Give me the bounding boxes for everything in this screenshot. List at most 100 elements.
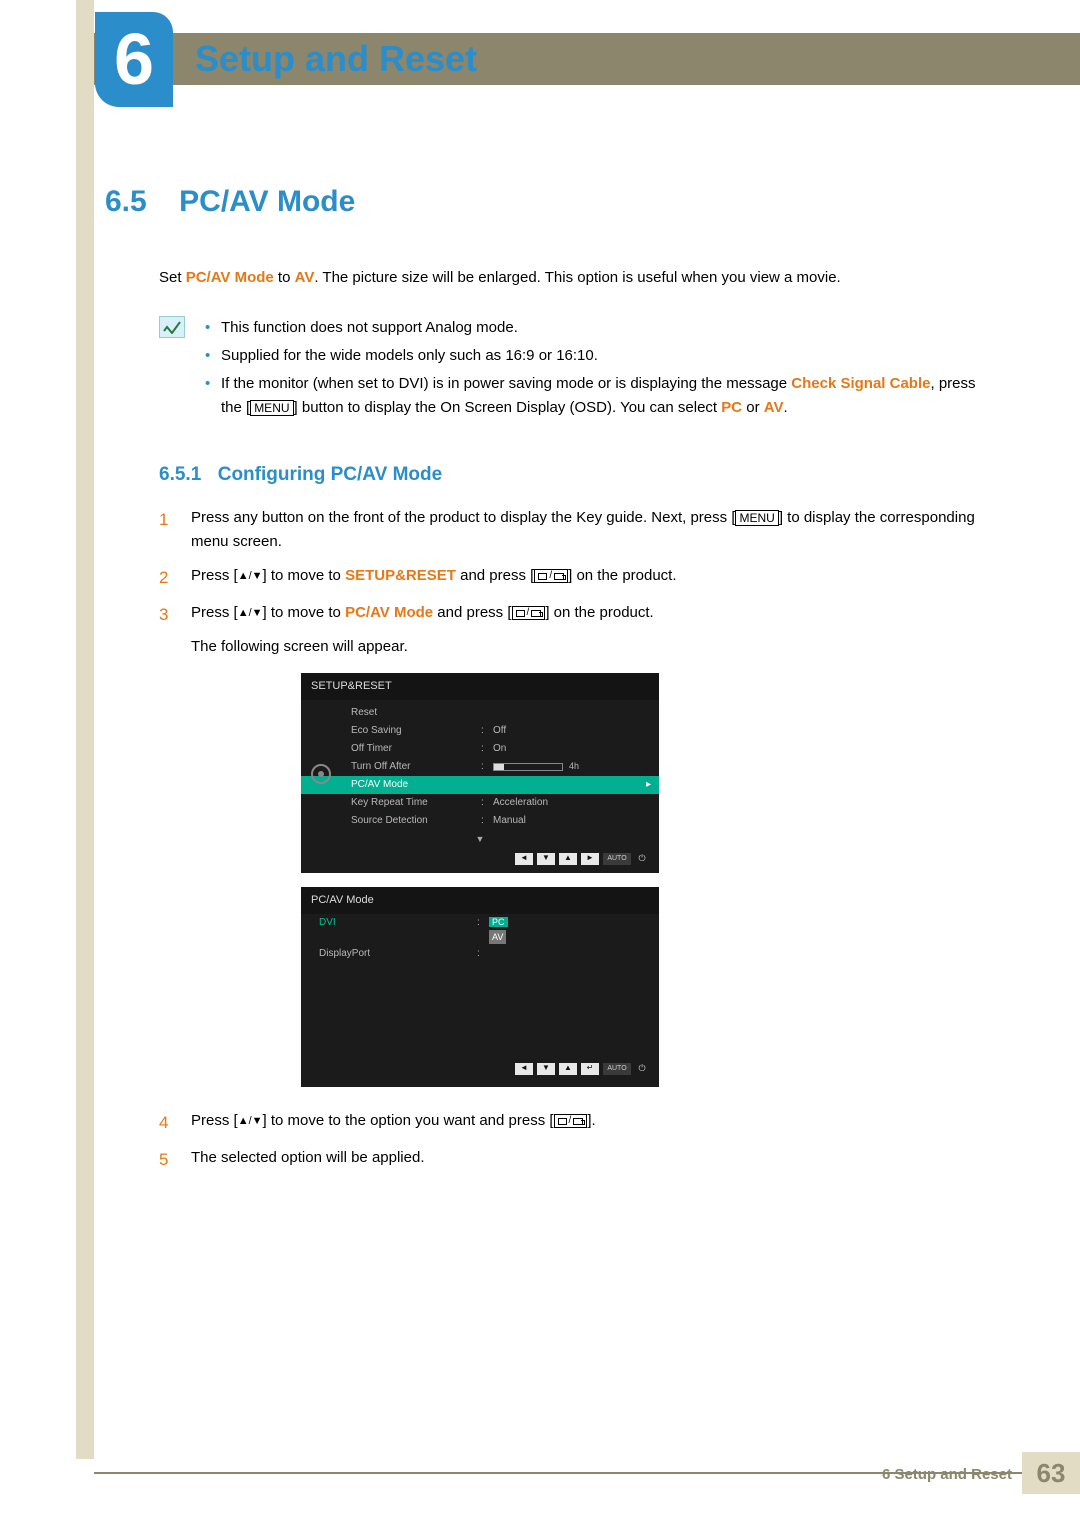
nav-up-icon: ▲ xyxy=(559,1063,577,1075)
text: . The picture size will be enlarged. Thi… xyxy=(314,269,840,286)
step-number: 4 xyxy=(159,1109,175,1136)
input-source-icon: / xyxy=(554,1114,588,1128)
osd-label: Off Timer xyxy=(351,741,481,757)
up-down-icon: ▲/▼ xyxy=(238,570,263,582)
step-number: 3 xyxy=(159,601,175,1099)
osd-row: DVI: PC xyxy=(301,914,659,931)
text: Press [ xyxy=(191,604,238,621)
osd-body: DVI: PC AV DisplayPort: xyxy=(301,914,659,962)
osd-setup-reset: SETUP&RESET Reset Eco Saving:Off Off Tim… xyxy=(301,673,659,873)
step-item: 1 Press any button on the front of the p… xyxy=(159,506,985,554)
step-item: 5 The selected option will be applied. xyxy=(159,1146,985,1173)
osd-label: Reset xyxy=(351,705,481,721)
osd-label: Source Detection xyxy=(351,813,481,829)
keyword: Check Signal Cable xyxy=(791,375,930,392)
keyword: AV xyxy=(764,399,784,416)
text: Press any button on the front of the pro… xyxy=(191,509,735,526)
text: to xyxy=(274,269,295,286)
page-number: 63 xyxy=(1037,1458,1066,1489)
osd-label: PC/AV Mode xyxy=(351,777,481,793)
osd-label: DVI xyxy=(319,915,477,931)
step-item: 3 Press [▲/▼] to move to PC/AV Mode and … xyxy=(159,601,985,1099)
keyword: PC xyxy=(721,399,742,416)
keyword: PC/AV Mode xyxy=(186,269,274,286)
step-body: Press [▲/▼] to move to PC/AV Mode and pr… xyxy=(191,601,985,1099)
text: Set xyxy=(159,269,186,286)
osd-row: Key Repeat Time:Acceleration xyxy=(301,794,659,812)
text: or xyxy=(742,399,764,416)
nav-enter-icon: ↵ xyxy=(581,1063,599,1075)
osd-value: Manual xyxy=(493,813,651,829)
subsection-number: 6.5.1 xyxy=(159,464,201,485)
osd-pcav-mode: PC/AV Mode DVI: PC AV xyxy=(301,887,659,1087)
text: ] on the product. xyxy=(545,604,653,621)
osd-row: DisplayPort: xyxy=(301,945,659,962)
input-source-icon: / xyxy=(512,606,546,620)
nav-left-icon: ◄ xyxy=(515,1063,533,1075)
menu-key: MENU xyxy=(250,400,293,416)
text: This function does not support Analog mo… xyxy=(221,319,518,336)
section-heading: 6.5 PC/AV Mode xyxy=(105,185,985,219)
nav-down-icon: ▼ xyxy=(537,1063,555,1075)
osd-nav-bar: ◄ ▼ ▲ ► AUTO ⏻ xyxy=(301,847,659,873)
step-item: 2 Press [▲/▼] to move to SETUP&RESET and… xyxy=(159,564,985,591)
keyword: PC/AV Mode xyxy=(345,604,433,621)
nav-up-icon: ▲ xyxy=(559,853,577,865)
steps-list: 1 Press any button on the front of the p… xyxy=(159,506,985,1174)
text: If the monitor (when set to DVI) is in p… xyxy=(221,375,791,392)
osd-row: Turn Off After:4h xyxy=(301,758,659,776)
intro-paragraph: Set PC/AV Mode to AV. The picture size w… xyxy=(159,267,985,290)
scroll-down-icon: ▼ xyxy=(301,830,659,846)
step-body: The selected option will be applied. xyxy=(191,1146,985,1173)
bullet-item: If the monitor (when set to DVI) is in p… xyxy=(203,372,985,420)
step-body: Press any button on the front of the pro… xyxy=(191,506,985,554)
page-content: 6.5 PC/AV Mode Set PC/AV Mode to AV. The… xyxy=(105,185,985,1183)
step-number: 2 xyxy=(159,564,175,591)
osd-title: SETUP&RESET xyxy=(301,673,659,701)
chapter-number: 6 xyxy=(114,19,154,101)
text: . xyxy=(784,399,788,416)
text: ]. xyxy=(587,1112,595,1129)
up-down-icon: ▲/▼ xyxy=(238,1115,263,1127)
text: The following screen will appear. xyxy=(191,635,985,659)
footer-text: 6 Setup and Reset xyxy=(882,1466,1012,1483)
osd-row: AV xyxy=(301,931,659,945)
page-number-box: 63 xyxy=(1022,1452,1080,1494)
section-number: 6.5 xyxy=(105,185,147,218)
input-source-icon: / xyxy=(534,569,568,583)
nav-left-icon: ◄ xyxy=(515,853,533,865)
osd-title: PC/AV Mode xyxy=(301,887,659,915)
step-body: Press [▲/▼] to move to SETUP&RESET and p… xyxy=(191,564,985,591)
note-block: This function does not support Analog mo… xyxy=(159,316,985,424)
gear-icon xyxy=(309,762,333,786)
nav-auto: AUTO xyxy=(603,1063,631,1075)
osd-label: Eco Saving xyxy=(351,723,481,739)
keyword: AV xyxy=(295,269,315,286)
slider-icon xyxy=(493,763,563,771)
chapter-title: Setup and Reset xyxy=(195,38,477,80)
osd-label: Turn Off After xyxy=(351,759,481,775)
text: and press [ xyxy=(456,567,534,584)
osd-label: DisplayPort xyxy=(319,946,477,962)
text: and press [ xyxy=(433,604,511,621)
sidebar-strip xyxy=(76,0,94,1459)
osd-body: Reset Eco Saving:Off Off Timer:On Turn O… xyxy=(301,700,659,846)
osd-nav-bar: ◄ ▼ ▲ ↵ AUTO ⏻ xyxy=(301,1057,659,1083)
up-down-icon: ▲/▼ xyxy=(238,607,263,619)
text: ] to move to xyxy=(263,604,346,621)
keyword: SETUP&RESET xyxy=(345,567,456,584)
text: ] to move to the option you want and pre… xyxy=(263,1112,554,1129)
osd-value: Off xyxy=(493,723,651,739)
step-number: 5 xyxy=(159,1146,175,1173)
text: ] button to display the On Screen Displa… xyxy=(294,399,722,416)
nav-down-icon: ▼ xyxy=(537,853,555,865)
osd-value: Acceleration xyxy=(493,795,651,811)
option-pill: AV xyxy=(489,930,506,944)
note-bullets: This function does not support Analog mo… xyxy=(203,316,985,424)
osd-row: Reset xyxy=(301,704,659,722)
menu-key: MENU xyxy=(735,510,778,526)
step-item: 4 Press [▲/▼] to move to the option you … xyxy=(159,1109,985,1136)
text: Press [ xyxy=(191,567,238,584)
nav-right-icon: ► xyxy=(581,853,599,865)
text: Supplied for the wide models only such a… xyxy=(221,347,598,364)
